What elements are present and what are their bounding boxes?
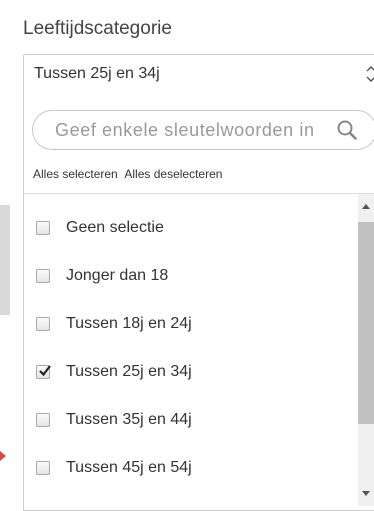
updown-chevron-icon (366, 66, 374, 82)
option-item[interactable]: Tussen 45j en 54j (24, 444, 358, 492)
option-label: Tussen 18j en 24j (66, 315, 192, 332)
search-box[interactable] (32, 110, 374, 150)
option-label: Tussen 45j en 54j (66, 459, 192, 476)
option-label: Jonger dan 18 (66, 267, 169, 284)
edge-marker-icon (0, 451, 6, 461)
scrollbar[interactable] (358, 194, 374, 506)
option-label: Geen selectie (66, 219, 164, 236)
age-category-select[interactable]: Tussen 25j en 34j (23, 54, 374, 92)
select-all-link[interactable]: Alles selecteren (33, 167, 118, 181)
search-input[interactable] (55, 120, 330, 141)
option-checkbox[interactable] (36, 413, 50, 427)
scroll-up-arrow-icon[interactable] (362, 204, 370, 209)
option-checkbox[interactable] (36, 221, 50, 235)
option-item[interactable]: Tussen 25j en 34j (24, 348, 358, 396)
checkmark-icon (39, 365, 51, 377)
deselect-all-link[interactable]: Alles deselecteren (124, 167, 222, 181)
option-label: Tussen 35j en 44j (66, 411, 192, 428)
field-label: Leeftijdscategorie (23, 18, 172, 39)
option-item[interactable]: Geen selectie (24, 204, 358, 252)
option-checkbox[interactable] (36, 461, 50, 475)
selected-value: Tussen 25j en 34j (34, 65, 160, 82)
option-label: Tussen 25j en 34j (66, 363, 192, 380)
option-item[interactable]: Tussen 35j en 44j (24, 396, 358, 444)
option-checkbox[interactable] (36, 269, 50, 283)
option-checkbox[interactable] (36, 365, 51, 379)
background-edge-bar (0, 205, 10, 315)
scroll-down-arrow-icon[interactable] (362, 491, 370, 496)
bulk-actions: Alles selecteren Alles deselecteren (33, 167, 226, 181)
option-item[interactable]: Jonger dan 18 (24, 252, 358, 300)
search-icon[interactable] (336, 119, 358, 141)
option-checkbox[interactable] (36, 317, 50, 331)
options-list: Geen selectie Jonger dan 18 Tussen 18j en … (24, 194, 358, 506)
scroll-thumb[interactable] (358, 222, 374, 424)
option-item[interactable]: Tussen 18j en 24j (24, 300, 358, 348)
